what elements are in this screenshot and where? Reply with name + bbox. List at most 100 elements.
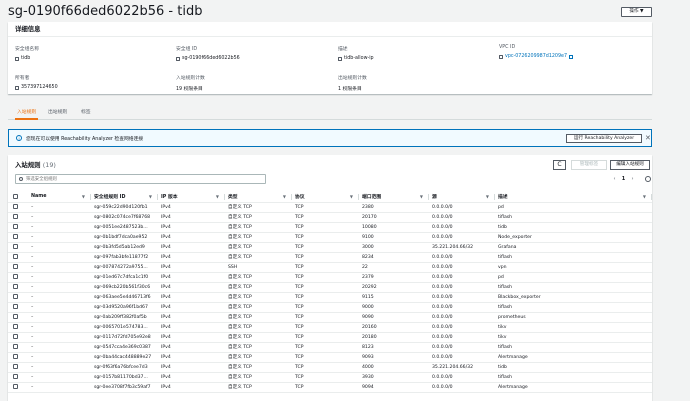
row-checkbox[interactable] — [13, 354, 18, 359]
tab-tags[interactable]: 标签 — [81, 106, 91, 120]
sort-icon[interactable]: ▼ — [350, 194, 353, 199]
column-header[interactable]: 端口范围 ▼ — [359, 192, 429, 203]
sort-icon[interactable]: ▼ — [283, 194, 286, 199]
next-page-icon[interactable]: › — [628, 176, 637, 182]
table-row[interactable]: – sgr-0547cca4e369c0387 IPv4 自定义 TCP TCP 8123… — [8, 342, 652, 353]
row-checkbox[interactable] — [13, 234, 18, 239]
table-cell: 22 — [359, 262, 429, 273]
row-checkbox[interactable] — [13, 384, 18, 389]
table-row[interactable]: – sgr-0b1bdf7dca0ae952 IPv4 自定义 TCP TCP 9100 0… — [8, 232, 652, 243]
table-cell: 9094 — [359, 382, 429, 393]
edit-inbound-rules-button[interactable]: 编辑入站规则 — [610, 160, 650, 170]
table-row[interactable]: – sgr-03d9520a96f1bd67 IPv4 自定义 TCP TCP 9000 0… — [8, 302, 652, 313]
table-cell: – — [28, 352, 91, 363]
column-header[interactable]: 协议 ▼ — [292, 192, 359, 203]
manage-tags-button[interactable]: 管理标签 — [571, 160, 607, 170]
sort-icon[interactable]: ▼ — [82, 194, 85, 199]
table-cell: 0.0.0.0/0 — [429, 202, 495, 213]
column-header[interactable]: 描述 ▼ — [495, 192, 652, 203]
row-checkbox[interactable] — [13, 294, 18, 299]
row-checkbox[interactable] — [13, 254, 18, 259]
tab-inbound-rules[interactable]: 入站规则 — [15, 106, 39, 120]
sort-icon[interactable]: ▼ — [149, 194, 152, 199]
row-checkbox[interactable] — [13, 334, 18, 339]
table-row[interactable]: – sgr-059c22d90d120fb1 IPv4 自定义 TCP TCP 2380 0… — [8, 202, 652, 213]
column-header[interactable]: IP 版本 ▼ — [158, 192, 225, 203]
copy-icon[interactable] — [15, 85, 19, 90]
rules-title: 入站规则 (19) — [15, 160, 56, 169]
row-checkbox[interactable] — [13, 364, 18, 369]
table-row[interactable]: – sgr-063aee5e4d46713f6 IPv4 自定义 TCP TCP 9115… — [8, 292, 652, 303]
table-cell: 自定义 TCP — [225, 282, 292, 293]
column-header[interactable]: 源 ▼ — [429, 192, 495, 203]
current-page[interactable]: 1 — [619, 176, 628, 182]
row-checkbox[interactable] — [13, 324, 18, 329]
row-checkbox[interactable] — [13, 204, 18, 209]
table-cell: pd — [495, 272, 652, 283]
table-row[interactable]: – sgr-0157b81170bd37... IPv4 自定义 TCP TCP 3930… — [8, 372, 652, 383]
rules-title-text: 入站规则 — [15, 161, 41, 169]
actions-button[interactable]: 操作 ▼ — [621, 7, 652, 17]
table-row[interactable]: – sgr-007874272a9755... IPv4 SSH TCP 22 0.0.0.… — [8, 262, 652, 273]
prev-page-icon[interactable]: ‹ — [610, 176, 619, 182]
search-input[interactable] — [26, 175, 261, 183]
table-cell: 0.0.0.0/0 — [429, 352, 495, 363]
table-row[interactable]: – sgr-097fab3bfe11877f2 IPv4 自定义 TCP TCP 8234… — [8, 252, 652, 263]
select-all-checkbox[interactable] — [13, 193, 18, 199]
search-box — [15, 174, 266, 184]
tab-outbound-rules[interactable]: 出站规则 — [48, 106, 67, 120]
table-cell: 自定义 TCP — [225, 372, 292, 383]
column-divider[interactable] — [651, 194, 652, 200]
row-checkbox[interactable] — [13, 224, 18, 229]
gear-icon[interactable] — [645, 176, 651, 182]
close-icon[interactable]: ✕ — [645, 133, 651, 143]
row-checkbox[interactable] — [13, 274, 18, 279]
table-cell: – — [28, 302, 91, 313]
copy-icon[interactable] — [176, 56, 180, 61]
table-cell: IPv4 — [158, 242, 225, 253]
run-reachability-analyzer-button[interactable]: 运行 Reachability Analyzer — [566, 134, 642, 143]
vpc-link[interactable]: vpc-0726209987d1209e7 — [505, 54, 567, 59]
table-cell: – — [28, 252, 91, 263]
copy-icon[interactable] — [15, 56, 19, 61]
table-row[interactable]: – sgr-069cb220b561f30c6 IPv4 自定义 TCP TCP 2029… — [8, 282, 652, 293]
field-outbound-count: 出站规则计数 1 权限条目 — [338, 74, 367, 92]
table-row[interactable]: – sgr-0b3fd5d5ab12ed9 IPv4 自定义 TCP TCP 3000 35… — [8, 242, 652, 253]
row-checkbox[interactable] — [13, 374, 18, 379]
table-cell: IPv4 — [158, 382, 225, 393]
table-row[interactable]: – sgr-0802c074ce7f68768 IPv4 自定义 TCP TCP 2017… — [8, 212, 652, 223]
table-row[interactable]: – sgr-0065701e574783... IPv4 自定义 TCP TCP 2016… — [8, 322, 652, 333]
table-cell: sgr-01ed67c7dfca1c1f0 — [91, 272, 158, 283]
sort-icon[interactable]: ▼ — [643, 194, 646, 199]
table-cell: 0.0.0.0/0 — [429, 312, 495, 323]
table-cell: – — [28, 382, 91, 393]
row-checkbox[interactable] — [13, 304, 18, 309]
column-header[interactable]: 安全组规则 ID ▼ — [91, 192, 158, 203]
table-cell: sgr-0f63f6a76bfcee7d3 — [91, 362, 158, 373]
row-checkbox[interactable] — [13, 214, 18, 219]
column-header[interactable]: Name ▼ — [28, 192, 91, 203]
refresh-button[interactable]: C — [553, 160, 566, 170]
row-checkbox[interactable] — [13, 314, 18, 319]
column-header[interactable]: 类型 ▼ — [225, 192, 292, 203]
sort-icon[interactable]: ▼ — [420, 194, 423, 199]
sort-icon[interactable]: ▼ — [216, 194, 219, 199]
table-cell: vpn — [495, 262, 652, 273]
table-row[interactable]: – sgr-01ed67c7dfca1c1f0 IPv4 自定义 TCP TCP 2379… — [8, 272, 652, 283]
field-value: 1 权限条目 — [338, 87, 362, 92]
table-row[interactable]: – sgr-0ba44cac448889e27 IPv4 自定义 TCP TCP 9093… — [8, 352, 652, 363]
row-checkbox[interactable] — [13, 264, 18, 269]
table-cell: 8123 — [359, 342, 429, 353]
table-row[interactable]: – sgr-0ab209ff382f0af5b IPv4 自定义 TCP TCP 9090… — [8, 312, 652, 323]
table-row[interactable]: – sgr-0f63f6a76bfcee7d3 IPv4 自定义 TCP TCP 4000… — [8, 362, 652, 373]
sort-icon[interactable]: ▼ — [486, 194, 489, 199]
table-row[interactable]: – sgr-0117d72fd705e92e8 IPv4 自定义 TCP TCP 2018… — [8, 332, 652, 343]
table-row[interactable]: – sgr-0051ee2487523b... IPv4 自定义 TCP TCP 1008… — [8, 222, 652, 233]
copy-icon[interactable] — [499, 54, 503, 59]
row-checkbox[interactable] — [13, 244, 18, 249]
search-icon — [19, 177, 23, 181]
table-row[interactable]: – sgr-0ee3708f7fb3c59af7 IPv4 自定义 TCP TCP 909… — [8, 382, 652, 393]
row-checkbox[interactable] — [13, 284, 18, 289]
copy-icon[interactable] — [338, 56, 342, 61]
row-checkbox[interactable] — [13, 344, 18, 349]
